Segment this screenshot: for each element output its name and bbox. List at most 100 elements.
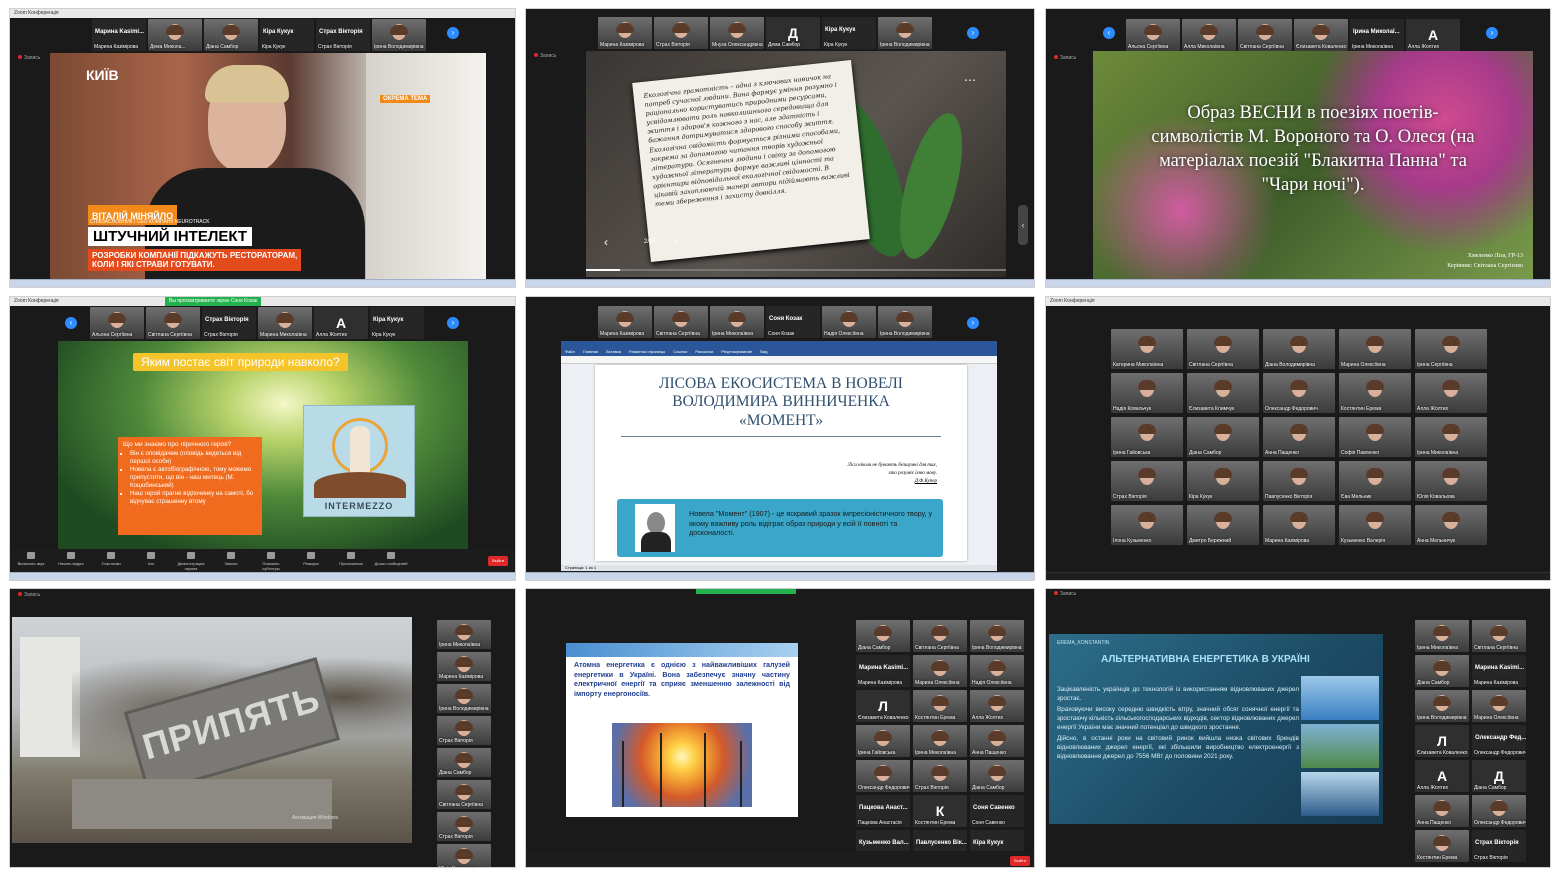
toolbar-button[interactable]: Включить звук — [14, 552, 48, 566]
participant-tile[interactable]: Л Єлизавета Коваленко — [1415, 725, 1469, 757]
participant-tile[interactable]: Марина Казімірова — [598, 306, 652, 338]
toolbar-button[interactable]: Доски сообщений — [374, 552, 408, 566]
participant-tile[interactable]: Ірина Миколаївна — [913, 725, 967, 757]
participant-tile[interactable]: Страх Вікторія Страх Вікторія — [1472, 830, 1526, 862]
ribbon-tab[interactable]: Разметка страницы — [629, 348, 665, 356]
participant-tile[interactable]: Ірина Володимирівна — [1415, 690, 1469, 722]
participant-tile[interactable]: Ірина Миколаївна — [1415, 417, 1487, 457]
participant-tile[interactable]: Ірина Гайовська — [856, 725, 910, 757]
participant-tile[interactable]: Дема Микола... — [148, 19, 202, 51]
participant-tile[interactable]: Ірина Сергіївна — [1415, 329, 1487, 369]
prev-page-button[interactable]: ‹ — [65, 317, 77, 329]
participant-tile[interactable]: Страх Вікторія — [913, 760, 967, 792]
next-page-button[interactable]: › — [967, 317, 979, 329]
toolbar-button[interactable]: Запись — [214, 552, 248, 566]
participant-tile[interactable]: Костянтин Ерема — [1339, 373, 1411, 413]
participant-tile[interactable]: Анна Пащенко — [1415, 795, 1469, 827]
participant-tile[interactable]: Ірина Миколаївна — [1415, 620, 1469, 652]
participant-tile[interactable]: Діана Самбор — [1415, 655, 1469, 687]
participant-tile[interactable]: Ірина Володимирівна — [878, 306, 932, 338]
participant-tile[interactable]: Діана Самбор — [437, 748, 491, 777]
ribbon-tab[interactable]: Ссылки — [673, 348, 687, 356]
participant-tile[interactable]: Марина Казімірова — [437, 652, 491, 681]
participant-tile[interactable]: Олександр Федорович — [856, 760, 910, 792]
participant-tile[interactable]: Анна Пащенко — [970, 725, 1024, 757]
participant-tile[interactable]: Страх Вікторія — [437, 716, 491, 745]
participant-tile[interactable]: Д Дема Самбор — [766, 17, 820, 49]
participant-tile[interactable]: А Алла Жолтих — [1415, 760, 1469, 792]
leave-button[interactable]: Выйти — [488, 556, 508, 566]
participant-tile[interactable]: Марина Kasimi... Марина Казімірова — [92, 19, 146, 51]
participant-tile[interactable]: Ірина Володимирівна — [372, 19, 426, 51]
participant-tile[interactable]: Діана Самбор — [856, 620, 910, 652]
participant-tile[interactable]: Ірина Гайовська — [1111, 417, 1183, 457]
next-page-button[interactable]: › — [447, 317, 459, 329]
participant-tile[interactable]: Діана Самбор — [204, 19, 258, 51]
participant-tile[interactable]: Юлія Ковальова — [1415, 461, 1487, 501]
participant-tile[interactable]: Страх Вікторія — [437, 812, 491, 841]
participant-tile[interactable]: Єва Мельник — [1339, 461, 1411, 501]
participant-tile[interactable]: Марина Миколаївна — [258, 307, 312, 339]
participant-tile[interactable]: Олександр Фед... Олександр Федорович — [1472, 725, 1526, 757]
participant-tile[interactable]: Алла Миколаївна — [1182, 19, 1236, 51]
participant-tile[interactable]: Страх Вікторія Страх Вікторія — [202, 307, 256, 339]
participant-tile[interactable]: Ірина Володимирівна — [437, 684, 491, 713]
participant-tile[interactable]: Дмитро Бережний — [1187, 505, 1259, 545]
participant-tile[interactable]: Єлизавета Коваленко — [1294, 19, 1348, 51]
leave-button[interactable]: Выйти — [1010, 856, 1030, 866]
participant-tile[interactable]: Соня Савенко Соня Савенко — [970, 795, 1024, 827]
participant-tile[interactable]: Марина Казімірова — [1263, 505, 1335, 545]
participant-tile[interactable]: Ірина Миколаївна — [710, 306, 764, 338]
participant-tile[interactable]: Марина Олексіївна — [1339, 329, 1411, 369]
participant-tile[interactable]: Світлана Сергіївна — [913, 620, 967, 652]
ribbon-tab[interactable]: Вставка — [606, 348, 621, 356]
participant-tile[interactable]: Марина Kasimi... Марина Казімірова — [856, 655, 910, 687]
participant-tile[interactable]: Страх Вікторія — [654, 17, 708, 49]
next-page-button[interactable]: › — [967, 27, 979, 39]
participant-tile[interactable]: Марина Олексіївна — [1472, 690, 1526, 722]
participant-tile[interactable]: Страх Вікторія Страх Вікторія — [316, 19, 370, 51]
next-slide-button[interactable]: › — [674, 235, 678, 249]
participant-tile[interactable]: Ілона Кузьменко — [1111, 505, 1183, 545]
participant-tile[interactable]: Алла Жолтих — [970, 690, 1024, 722]
participant-tile[interactable]: Ірина Миколаї... Ірина Миколаївна — [1350, 19, 1404, 51]
participant-tile[interactable]: Павлусенко Вікторія — [1263, 461, 1335, 501]
participant-tile[interactable]: Анна Мельничук — [1415, 505, 1487, 545]
toolbar-button[interactable]: Участники — [94, 552, 128, 566]
participant-tile[interactable]: Кіра Кукук — [1187, 461, 1259, 501]
participant-tile[interactable]: Ірина Володимирівна — [878, 17, 932, 49]
participant-tile[interactable]: Олександр Федорович — [1472, 795, 1526, 827]
participant-tile[interactable]: Надія Ковальчук — [1111, 373, 1183, 413]
participant-tile[interactable]: Марина Олексіївна — [913, 655, 967, 687]
participant-tile[interactable]: К Костянтин Ерема — [913, 795, 967, 827]
toolbar-button[interactable]: Начать видео — [54, 552, 88, 566]
ribbon-tab[interactable]: Главная — [583, 348, 598, 356]
participant-tile[interactable]: Марина Kasimi... Марина Казімірова — [1472, 655, 1526, 687]
ribbon-tab[interactable]: Файл — [565, 348, 575, 356]
participant-tile[interactable]: Кузьменко Валерія — [1339, 505, 1411, 545]
participant-tile[interactable]: Діана Володимирівна — [1263, 329, 1335, 369]
toolbar-button[interactable]: Показать субтитры — [254, 552, 288, 571]
participant-tile[interactable]: Пацкова Анаст... Пацкова Анастасія — [856, 795, 910, 827]
participant-tile[interactable]: Софія Павленко — [1339, 417, 1411, 457]
participant-tile[interactable]: Світлана Сергіївна — [437, 780, 491, 809]
toolbar-button[interactable]: Демонстрация экрана — [174, 552, 208, 571]
participant-tile[interactable]: Соня Козак Соня Козак — [766, 306, 820, 338]
participant-tile[interactable]: Анна Пащенко — [1263, 417, 1335, 457]
participant-tile[interactable]: Світлана Сергіївна — [1472, 620, 1526, 652]
participant-tile[interactable]: Костянтин Ерема — [1415, 830, 1469, 862]
participant-tile[interactable]: Олександр Федорович — [1263, 373, 1335, 413]
ribbon-tab[interactable]: Рассылки — [695, 348, 713, 356]
participant-tile[interactable]: Світлана Сергіївна — [1187, 329, 1259, 369]
participant-tile[interactable]: Кіра Кукук Кіра Кукук — [822, 17, 876, 49]
participant-tile[interactable]: Альона Сергіївна — [1126, 19, 1180, 51]
participant-tile[interactable]: Мнуза Олександрівна — [710, 17, 764, 49]
ribbon-tab[interactable]: Рецензирование — [721, 348, 752, 356]
participant-tile[interactable]: Світлана Сергіївна — [146, 307, 200, 339]
toolbar-button[interactable]: Приложения — [334, 552, 368, 566]
prev-slide-button[interactable]: ‹ — [604, 235, 608, 249]
toolbar-button[interactable]: Чат — [134, 552, 168, 566]
participant-tile[interactable]: Ірина Володимирівна — [970, 620, 1024, 652]
prev-page-button[interactable]: ‹ — [1103, 27, 1115, 39]
participant-tile[interactable]: Марина Казімірова — [598, 17, 652, 49]
